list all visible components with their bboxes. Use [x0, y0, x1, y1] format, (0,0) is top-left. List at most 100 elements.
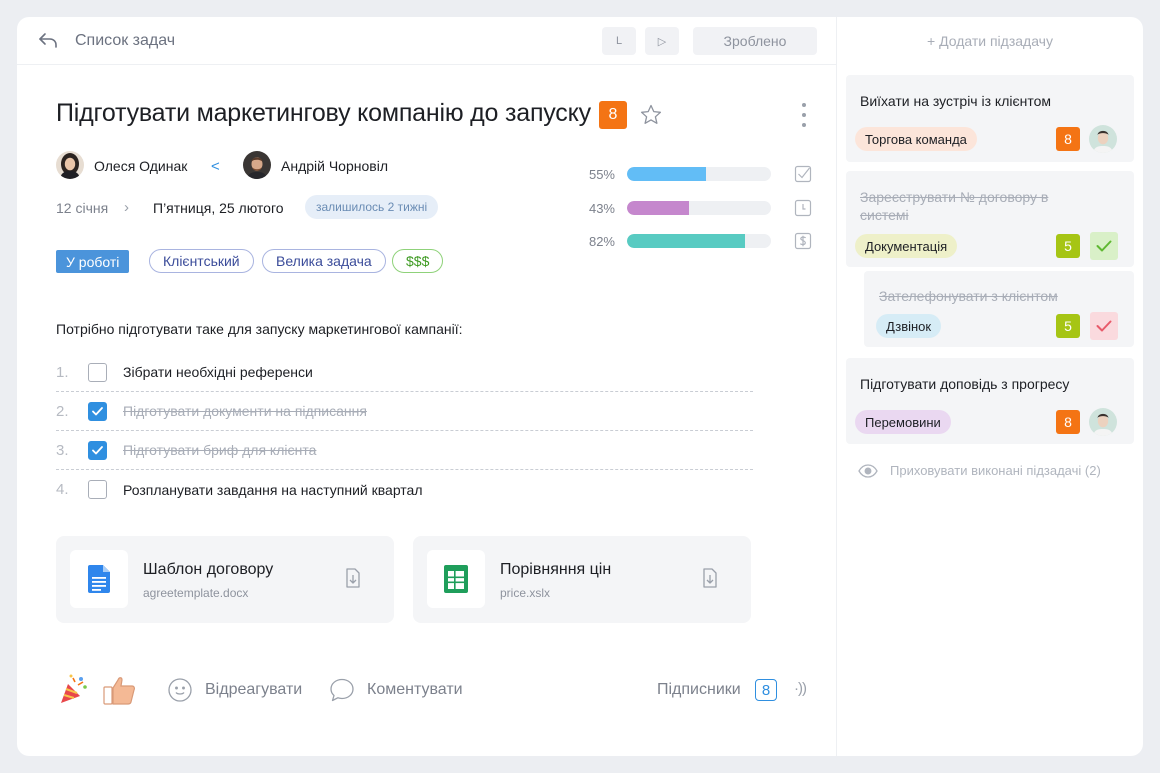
author-avatar [56, 151, 84, 179]
l-button[interactable]: L [602, 27, 636, 55]
panel-divider [836, 17, 837, 756]
comment-label: Коментувати [367, 681, 463, 698]
tag-client[interactable]: Клієнтський [149, 249, 254, 273]
more-menu-icon[interactable] [801, 103, 807, 127]
progress-percent: 55% [588, 166, 615, 182]
assign-arrow-icon: < [211, 158, 220, 175]
task-description: Потрібно підготувати таке для запуску ма… [56, 321, 463, 337]
progress-fill [627, 234, 746, 248]
hide-done-toggle[interactable]: Приховувати виконані підзадачі (2) [858, 463, 1101, 478]
progress-row-time: 43% [577, 198, 771, 218]
comment-icon [330, 678, 354, 702]
subtask-title: Підготувати доповідь з прогресу [860, 376, 1070, 392]
checkbox[interactable] [88, 480, 107, 499]
subtask-priority: 8 [1056, 127, 1080, 151]
subtask-tag: Перемовини [855, 410, 951, 434]
status-badge[interactable]: У роботі [56, 250, 130, 273]
task-card: Список задач L ▷ Зроблено + Додати підза… [17, 17, 1143, 756]
progress-fill [627, 201, 689, 215]
subtask-priority: 5 [1056, 314, 1080, 338]
done-button[interactable]: Зроблено [693, 27, 817, 55]
eye-icon [858, 463, 878, 478]
party-popper-icon[interactable] [59, 673, 89, 705]
play-button[interactable]: ▷ [645, 27, 679, 55]
task-header: Список задач L ▷ Зроблено [17, 17, 836, 65]
thumbs-up-icon[interactable] [103, 675, 137, 705]
react-label: Відреагувати [205, 681, 303, 698]
subtask-title: Зареєструвати № договору в системі [860, 189, 1049, 223]
subtask-priority: 8 [1056, 410, 1080, 434]
check-icon [92, 406, 103, 415]
hide-done-label: Приховувати виконані підзадачі (2) [890, 463, 1101, 478]
checklist-text: Зібрати необхідні референси [123, 364, 313, 380]
sound-icon[interactable]: ·)) [794, 680, 807, 697]
checklist-number: 1. [56, 363, 69, 381]
progress-percent: 82% [588, 233, 615, 249]
subtask-card[interactable]: Виїхати на зустріч із клієнтом Торгова к… [846, 75, 1134, 162]
subscribers-count[interactable]: 8 [755, 679, 777, 701]
subtask-done-check[interactable] [1090, 312, 1118, 340]
react-button[interactable]: Відреагувати [167, 677, 302, 703]
download-icon[interactable] [344, 568, 362, 590]
start-date: 12 січня [56, 200, 109, 216]
checkbox[interactable] [88, 440, 107, 460]
check-icon [92, 445, 103, 454]
subtask-done-check[interactable] [1090, 232, 1118, 260]
checkbox[interactable] [88, 362, 107, 382]
file-filename: agreetemplate.docx [143, 586, 249, 600]
back-to-list-link[interactable]: Список задач [75, 32, 175, 50]
checklist-number: 4. [56, 481, 69, 498]
file-name: Шаблон договору [143, 561, 274, 578]
remaining-badge: залишилось 2 тижні [305, 195, 439, 219]
progress-fill [627, 167, 707, 181]
file-card[interactable]: Шаблон договору agreetemplate.docx [56, 536, 394, 623]
clock-icon [794, 199, 812, 217]
subtask-title: Виїхати на зустріч із клієнтом [860, 93, 1052, 109]
file-name: Порівняння цін [500, 561, 612, 578]
back-arrow-icon[interactable] [37, 30, 59, 52]
subscribers-label[interactable]: Підписники [657, 681, 741, 699]
doc-icon [70, 550, 128, 608]
subtask-avatar [1089, 408, 1117, 436]
tag-budget[interactable]: $$$ [392, 249, 444, 273]
progress-row-checklist: 55% [577, 164, 771, 184]
download-icon[interactable] [701, 568, 719, 590]
check-icon [1096, 320, 1112, 332]
progress-percent: 43% [588, 200, 615, 216]
assignee-avatar [243, 151, 271, 179]
due-date[interactable]: П’ятниця, 25 лютого [153, 200, 284, 216]
subtask-tag: Торгова команда [855, 127, 977, 151]
checklist-number: 3. [56, 441, 69, 459]
task-title: Підготувати маркетингову компанію до зап… [56, 99, 591, 127]
dollar-icon [794, 232, 812, 250]
checkbox-icon [794, 165, 812, 183]
subtask-title: Зателефонувати з клієнтом [879, 288, 1058, 304]
subtask-tag: Документація [855, 234, 958, 258]
checklist-item: 4. Розпланувати завдання на наступний кв… [56, 470, 753, 509]
checklist-item: 1. Зібрати необхідні референси [56, 353, 753, 392]
checklist-text: Розпланувати завдання на наступний кварт… [123, 481, 423, 498]
file-card[interactable]: Порівняння цін price.xslx [413, 536, 751, 623]
star-icon[interactable] [639, 103, 663, 127]
priority-badge: 8 [599, 101, 627, 129]
subtask-card[interactable]: Підготувати доповідь з прогресу Перемови… [846, 358, 1134, 444]
tag-big-task[interactable]: Велика задача [262, 249, 386, 273]
checklist-item: 3. Підготувати бриф для клієнта [56, 431, 753, 470]
author-name[interactable]: Олеся Одинак [94, 158, 187, 174]
subtask-card[interactable]: Зареєструвати № договору в системі Докум… [846, 171, 1134, 267]
checkbox[interactable] [88, 401, 107, 421]
checklist-number: 2. [56, 402, 69, 420]
add-subtask-button[interactable]: + Додати підзадачу [837, 17, 1143, 65]
checklist-text: Підготувати документи на підписання [123, 403, 367, 419]
subtask-tag: Дзвінок [876, 314, 942, 338]
progress-row-budget: 82% [577, 231, 771, 251]
file-filename: price.xslx [500, 586, 551, 600]
comment-button[interactable]: Коментувати [329, 677, 463, 703]
checklist-item: 2. Підготувати документи на підписання [56, 392, 753, 431]
subtask-card[interactable]: Зателефонувати з клієнтом Дзвінок 5 [864, 271, 1134, 347]
check-icon [1096, 240, 1112, 252]
date-arrow-icon: › [124, 199, 129, 216]
checklist-text: Підготувати бриф для клієнта [123, 442, 317, 458]
subtask-priority: 5 [1056, 234, 1080, 258]
assignee-name[interactable]: Андрій Чорновіл [281, 158, 388, 174]
